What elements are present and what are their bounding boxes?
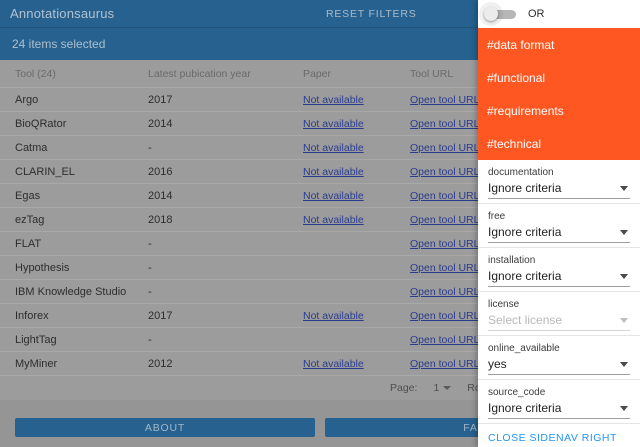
filter-group-documentation: documentation Ignore criteria (478, 160, 640, 204)
publication-year: - (148, 238, 303, 250)
tool-name: Catma (0, 142, 148, 154)
tool-url-link[interactable]: Open tool URL (410, 118, 479, 130)
page-select-arrow-icon[interactable] (443, 386, 451, 390)
paper-link[interactable]: Not available (303, 358, 364, 370)
tool-name: MyMiner (0, 358, 148, 370)
chevron-down-icon (620, 362, 628, 367)
paper-link[interactable]: Not available (303, 118, 364, 130)
publication-year: 2017 (148, 94, 303, 106)
reset-filters-button[interactable]: RESET FILTERS (326, 0, 417, 28)
tool-url-link[interactable]: Open tool URL (410, 286, 479, 298)
chevron-down-icon (620, 230, 628, 235)
column-header-year: Latest pubication year (148, 68, 303, 80)
select-value: Ignore criteria (488, 269, 561, 283)
source-code-select[interactable]: Ignore criteria (488, 401, 630, 419)
publication-year: - (148, 286, 303, 298)
tool-name: CLARIN_EL (0, 166, 148, 178)
tool-url-link[interactable]: Open tool URL (410, 142, 479, 154)
select-placeholder: Select license (488, 313, 562, 327)
tool-url-link[interactable]: Open tool URL (410, 358, 479, 370)
tool-url-link[interactable]: Open tool URL (410, 238, 479, 250)
publication-year: 2012 (148, 358, 303, 370)
license-select[interactable]: Select license (488, 313, 630, 331)
select-value: Ignore criteria (488, 225, 561, 239)
tag-chip-data-format[interactable]: #data format (478, 28, 640, 61)
or-toggle-switch[interactable] (486, 5, 516, 23)
paper-link[interactable]: Not available (303, 142, 364, 154)
switch-thumb (484, 7, 498, 21)
installation-select[interactable]: Ignore criteria (488, 269, 630, 287)
tool-name: Hypothesis (0, 262, 148, 274)
filter-group-source-code: source_code Ignore criteria (478, 380, 640, 424)
app-bar: Annotationsaurus RESET FILTERS (0, 0, 478, 28)
column-header-tool: Tool (24) (0, 68, 148, 80)
close-sidenav-button[interactable]: CLOSE SIDENAV RIGHT (478, 432, 617, 444)
tool-name: Inforex (0, 310, 148, 322)
chevron-down-icon (620, 318, 628, 323)
or-toggle-label: OR (528, 8, 545, 20)
tool-name: ezTag (0, 214, 148, 226)
publication-year: - (148, 262, 303, 274)
tag-chip-functional[interactable]: #functional (478, 61, 640, 94)
tool-name: Egas (0, 190, 148, 202)
filter-label: source_code (488, 387, 630, 398)
tool-url-link[interactable]: Open tool URL (410, 214, 479, 226)
chevron-down-icon (620, 406, 628, 411)
tool-url-link[interactable]: Open tool URL (410, 334, 479, 346)
page-label: Page: (390, 382, 417, 394)
close-sidenav-row: CLOSE SIDENAV RIGHT (478, 426, 640, 447)
tool-name: IBM Knowledge Studio (0, 286, 148, 298)
publication-year: - (148, 142, 303, 154)
publication-year: 2014 (148, 190, 303, 202)
filter-group-installation: installation Ignore criteria (478, 248, 640, 292)
column-header-paper: Paper (303, 68, 410, 80)
online-available-select[interactable]: yes (488, 357, 630, 375)
filter-label: documentation (488, 167, 630, 178)
tool-url-link[interactable]: Open tool URL (410, 310, 479, 322)
app-title: Annotationsaurus (10, 6, 114, 21)
about-button[interactable]: ABOUT (15, 418, 315, 437)
filter-sidenav: OR #data format #functional #requirement… (478, 0, 640, 447)
page-select-value[interactable]: 1 (433, 382, 439, 394)
publication-year: 2018 (148, 214, 303, 226)
filter-group-license: license Select license (478, 292, 640, 336)
tool-name: FLAT (0, 238, 148, 250)
tool-url-link[interactable]: Open tool URL (410, 166, 479, 178)
selection-toolbar: 24 items selected (0, 28, 478, 60)
selection-count: 24 items selected (12, 37, 105, 51)
paper-link[interactable]: Not available (303, 190, 364, 202)
filter-label: installation (488, 255, 630, 266)
chevron-down-icon (620, 186, 628, 191)
publication-year: 2017 (148, 310, 303, 322)
publication-year: - (148, 334, 303, 346)
tool-name: LightTag (0, 334, 148, 346)
tag-chip-technical[interactable]: #technical (478, 127, 640, 160)
filter-group-free: free Ignore criteria (478, 204, 640, 248)
publication-year: 2014 (148, 118, 303, 130)
filter-group-online-available: online_available yes (478, 336, 640, 380)
publication-year: 2016 (148, 166, 303, 178)
tool-url-link[interactable]: Open tool URL (410, 262, 479, 274)
paper-link[interactable]: Not available (303, 214, 364, 226)
free-select[interactable]: Ignore criteria (488, 225, 630, 243)
paper-link[interactable]: Not available (303, 310, 364, 322)
filter-label: online_available (488, 343, 630, 354)
or-toggle-row: OR (478, 0, 640, 28)
select-value: Ignore criteria (488, 181, 561, 195)
paper-link[interactable]: Not available (303, 94, 364, 106)
filter-label: license (488, 299, 630, 310)
select-value: Ignore criteria (488, 401, 561, 415)
tool-url-link[interactable]: Open tool URL (410, 190, 479, 202)
paper-link[interactable]: Not available (303, 166, 364, 178)
tool-name: Argo (0, 94, 148, 106)
filter-label: free (488, 211, 630, 222)
tool-name: BioQRator (0, 118, 148, 130)
chevron-down-icon (620, 274, 628, 279)
tag-chip-requirements[interactable]: #requirements (478, 94, 640, 127)
select-value: yes (488, 357, 507, 371)
documentation-select[interactable]: Ignore criteria (488, 181, 630, 199)
tool-url-link[interactable]: Open tool URL (410, 94, 479, 106)
